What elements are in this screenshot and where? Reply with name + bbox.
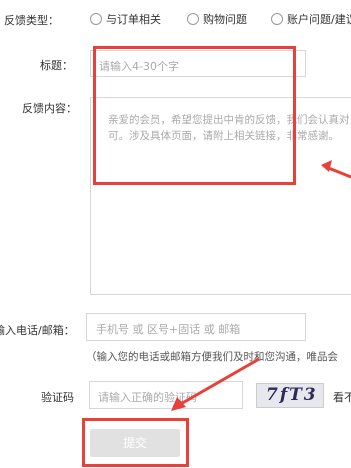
contact-placeholder: 手机号 或 区号+固话 或 邮箱 [96,323,241,336]
radio-option-label: 账户问题/建议 [287,13,351,26]
annotation-box-title [93,46,296,185]
annotation-arrow-down [171,357,260,411]
radio-option-order[interactable]: 与订单相关 [90,11,161,27]
radio-option-label: 购物问题 [203,13,247,26]
captcha-text: 7fT3 [266,385,318,405]
radio-option-label: 与订单相关 [106,13,161,26]
captcha-refresh-link[interactable]: 看不 [333,389,351,405]
contact-input[interactable]: 手机号 或 区号+固话 或 邮箱 [86,313,306,341]
radio-circle-icon[interactable] [90,13,102,25]
annotation-arrow-right [321,160,351,179]
feedback-type-options: 与订单相关 购物问题 账户问题/建议 [90,11,351,27]
radio-option-account[interactable]: 账户问题/建议 [271,11,351,27]
contact-label: 输入电话/邮箱： [0,324,75,337]
annotation-box-submit [82,418,189,467]
captcha-image[interactable]: 7fT3 [256,383,324,408]
content-label: 反馈内容： [22,102,77,115]
feedback-type-label: 反馈类型： [4,14,59,27]
title-label: 标题： [40,59,73,72]
radio-option-shopping[interactable]: 购物问题 [187,11,247,27]
radio-circle-icon[interactable] [187,13,199,25]
captcha-label: 验证码 [41,391,74,404]
radio-circle-icon[interactable] [271,13,283,25]
